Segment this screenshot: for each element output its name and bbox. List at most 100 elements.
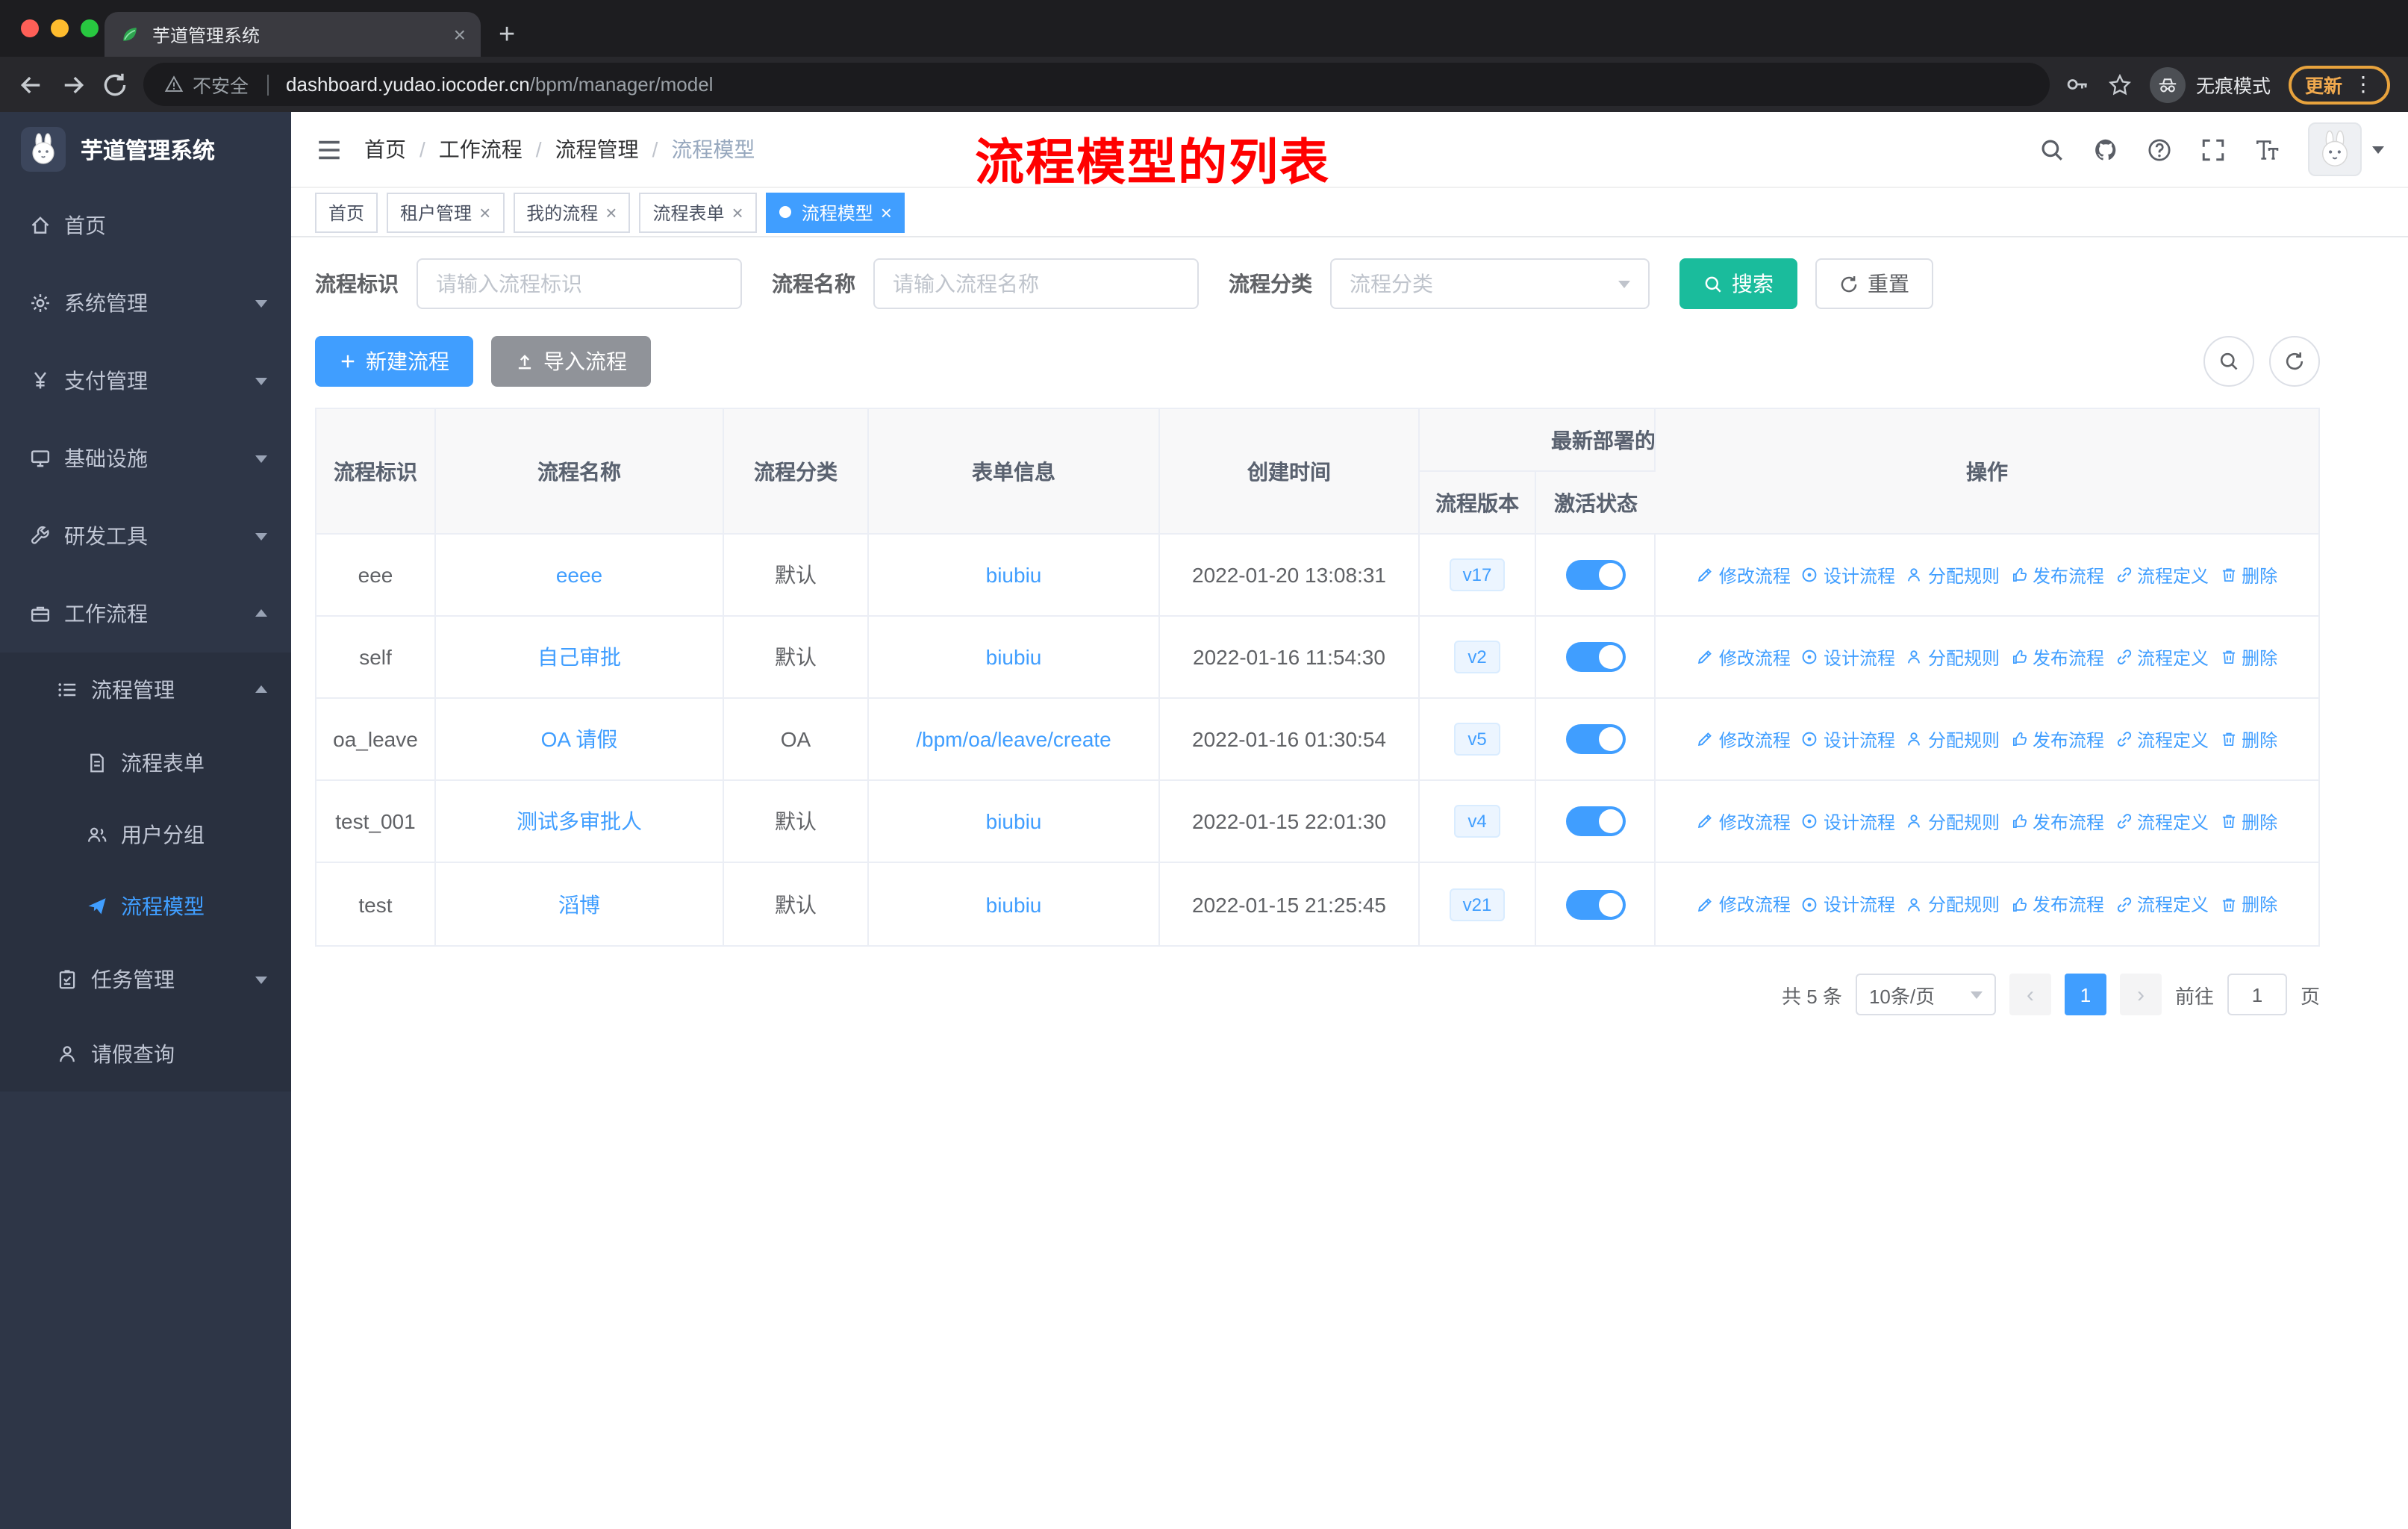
page-size-select[interactable]: 10条/页 [1855,974,1996,1015]
reset-button[interactable]: 重置 [1815,258,1933,309]
model-name-link[interactable]: 滔博 [558,889,600,919]
design-process-link[interactable]: 设计流程 [1801,809,1895,834]
assign-rules-link[interactable]: 分配规则 [1906,562,2000,588]
tab-close-icon[interactable]: × [454,22,466,46]
page-1-button[interactable]: 1 [2064,974,2106,1015]
sidebar-item-home[interactable]: 首页 [0,187,291,264]
active-toggle[interactable] [1565,560,1625,590]
kebab-menu-icon[interactable]: ⋮ [2353,72,2374,97]
process-definition-link[interactable]: 流程定义 [2115,644,2209,670]
minimize-window-button[interactable] [51,19,69,37]
reload-button[interactable] [102,71,128,98]
github-icon[interactable] [2093,137,2118,162]
breadcrumb-home[interactable]: 首页 [364,134,425,164]
active-toggle[interactable] [1565,724,1625,754]
delete-link[interactable]: 删除 [2219,726,2277,752]
sidebar-item-infrastructure[interactable]: 基础设施 [0,420,291,497]
modify-process-link[interactable]: 修改流程 [1697,562,1791,588]
delete-link[interactable]: 删除 [2219,809,2277,834]
delete-link[interactable]: 删除 [2219,891,2277,917]
model-name-link[interactable]: OA 请假 [541,724,618,754]
design-process-link[interactable]: 设计流程 [1801,562,1895,588]
fullscreen-icon[interactable] [2200,137,2226,162]
close-icon[interactable]: × [479,202,490,222]
next-page-button[interactable]: › [2119,974,2162,1015]
font-size-icon[interactable] [2254,137,2280,162]
sidebar-item-process-management[interactable]: 流程管理 [0,653,291,727]
toggle-search-button[interactable] [2203,336,2254,387]
sidebar-item-leave-query[interactable]: 请假查询 [0,1017,291,1092]
version-badge[interactable]: v2 [1454,641,1500,673]
breadcrumb-workflow[interactable]: 工作流程 [439,134,542,164]
sidebar-item-dev-tools[interactable]: 研发工具 [0,497,291,575]
sidebar-item-process-form[interactable]: 流程表单 [0,727,291,799]
process-definition-link[interactable]: 流程定义 [2115,562,2209,588]
close-icon[interactable]: × [881,202,892,222]
assign-rules-link[interactable]: 分配规则 [1906,726,2000,752]
modify-process-link[interactable]: 修改流程 [1697,644,1791,670]
modify-process-link[interactable]: 修改流程 [1697,726,1791,752]
assign-rules-link[interactable]: 分配规则 [1906,809,2000,834]
design-process-link[interactable]: 设计流程 [1801,644,1895,670]
import-process-button[interactable]: 导入流程 [491,336,651,387]
active-toggle[interactable] [1565,642,1625,672]
active-toggle[interactable] [1565,806,1625,836]
close-icon[interactable]: × [605,202,617,222]
browser-tab[interactable]: 芋道管理系统 × [105,12,481,57]
tag-process-model[interactable]: 流程模型 × [765,192,905,232]
form-info-link[interactable]: biubiu [986,645,1042,669]
update-button[interactable]: 更新 ⋮ [2288,65,2390,104]
sidebar-item-payment[interactable]: 支付管理 [0,342,291,420]
url-bar[interactable]: 不安全 dashboard.yudao.iocoder.cn/bpm/manag… [143,63,2050,106]
publish-process-link[interactable]: 发布流程 [2010,809,2104,834]
model-name-link[interactable]: 测试多审批人 [517,806,642,836]
close-window-button[interactable] [21,19,39,37]
refresh-table-button[interactable] [2269,336,2320,387]
version-badge[interactable]: v5 [1454,723,1500,756]
search-icon[interactable] [2039,137,2065,162]
process-definition-link[interactable]: 流程定义 [2115,809,2209,834]
form-info-link[interactable]: /bpm/oa/leave/create [916,727,1111,751]
create-process-button[interactable]: 新建流程 [315,336,473,387]
design-process-link[interactable]: 设计流程 [1801,726,1895,752]
active-toggle[interactable] [1565,889,1625,919]
sidebar-item-workflow[interactable]: 工作流程 [0,575,291,653]
model-name-link[interactable]: 自己审批 [537,642,621,672]
delete-link[interactable]: 删除 [2219,562,2277,588]
tag-process-form[interactable]: 流程表单 × [639,192,757,232]
sidebar-item-system[interactable]: 系统管理 [0,264,291,342]
assign-rules-link[interactable]: 分配规则 [1906,891,2000,917]
hamburger-icon[interactable] [315,135,343,164]
process-definition-link[interactable]: 流程定义 [2115,726,2209,752]
sidebar-item-task-management[interactable]: 任务管理 [0,942,291,1017]
sidebar-item-process-model[interactable]: 流程模型 [0,871,291,942]
form-info-link[interactable]: biubiu [986,809,1042,833]
process-category-select[interactable]: 流程分类 [1330,258,1650,309]
search-button[interactable]: 搜索 [1679,258,1797,309]
back-button[interactable] [18,71,45,98]
tag-my-process[interactable]: 我的流程 × [513,192,631,232]
publish-process-link[interactable]: 发布流程 [2010,891,2104,917]
forward-button[interactable] [60,71,87,98]
modify-process-link[interactable]: 修改流程 [1697,809,1791,834]
help-icon[interactable] [2147,137,2172,162]
close-icon[interactable]: × [732,202,743,222]
version-badge[interactable]: v4 [1454,805,1500,838]
tag-tenant-management[interactable]: 租户管理 × [387,192,505,232]
design-process-link[interactable]: 设计流程 [1801,891,1895,917]
version-badge[interactable]: v21 [1449,888,1506,921]
goto-page-input[interactable] [2227,974,2287,1015]
app-logo[interactable]: 芋道管理系统 [0,112,291,187]
publish-process-link[interactable]: 发布流程 [2010,644,2104,670]
publish-process-link[interactable]: 发布流程 [2010,562,2104,588]
key-icon[interactable] [2065,72,2090,97]
delete-link[interactable]: 删除 [2219,644,2277,670]
version-badge[interactable]: v17 [1449,558,1506,591]
zoom-window-button[interactable] [81,19,99,37]
process-definition-link[interactable]: 流程定义 [2115,891,2209,917]
process-name-input[interactable] [873,258,1199,309]
modify-process-link[interactable]: 修改流程 [1697,891,1791,917]
process-id-input[interactable] [417,258,742,309]
publish-process-link[interactable]: 发布流程 [2010,726,2104,752]
prev-page-button[interactable]: ‹ [2009,974,2051,1015]
